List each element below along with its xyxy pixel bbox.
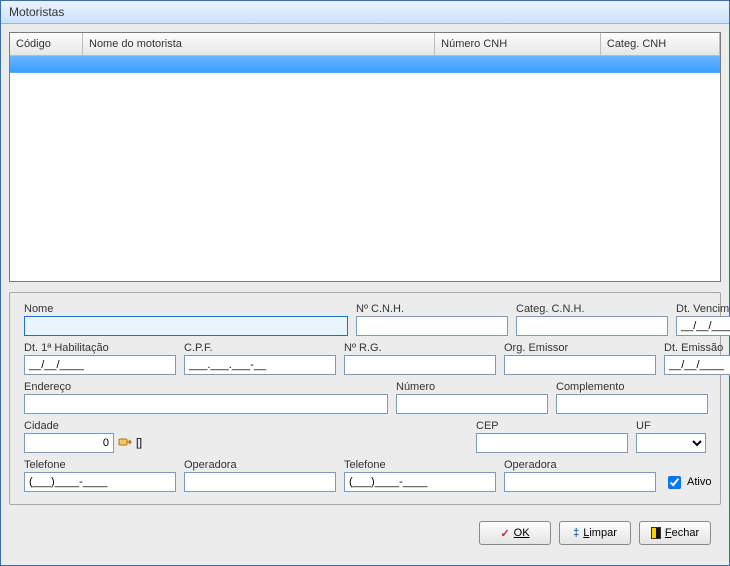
complemento-input[interactable]	[556, 394, 708, 414]
label-nome: Nome	[24, 303, 348, 315]
grid-empty-area	[10, 73, 720, 281]
ativo-field[interactable]: Ativo	[664, 472, 711, 492]
label-org-emissor: Org. Emissor	[504, 342, 656, 354]
window-motoristas: Motoristas Código Nome do motorista Núme…	[0, 0, 730, 566]
label-categ-cnh: Categ. C.N.H.	[516, 303, 668, 315]
label-dt-emissao: Dt. Emissão	[664, 342, 730, 354]
dt-venc-input[interactable]	[676, 316, 730, 336]
cpf-input[interactable]	[184, 355, 336, 375]
grid-header-row: Código Nome do motorista Número CNH Cate…	[10, 33, 720, 55]
ok-label: OK	[514, 527, 530, 539]
lookup-icon[interactable]	[118, 436, 132, 450]
col-nome[interactable]: Nome do motorista	[83, 33, 435, 55]
label-dt-hab: Dt. 1ª Habilitação	[24, 342, 176, 354]
driver-form: Nome Nº C.N.H. Categ. C.N.H. Dt. Vencime…	[9, 292, 721, 505]
ok-button[interactable]: ✓ OK	[479, 521, 551, 545]
cidade-code-input[interactable]: 0	[24, 433, 114, 453]
content-area: Código Nome do motorista Número CNH Cate…	[1, 24, 729, 565]
table-row[interactable]	[10, 55, 720, 73]
uf-select[interactable]	[636, 433, 706, 453]
rg-input[interactable]	[344, 355, 496, 375]
fechar-button[interactable]: Fechar	[639, 521, 711, 545]
clear-icon: ‡	[573, 527, 579, 539]
label-op1: Operadora	[184, 459, 336, 471]
label-numero: Número	[396, 381, 548, 393]
fechar-rest: echar	[672, 527, 700, 539]
limpar-rest: impar	[589, 527, 617, 539]
num-cnh-input[interactable]	[356, 316, 508, 336]
label-tel1: Telefone	[24, 459, 176, 471]
categ-cnh-input[interactable]	[516, 316, 668, 336]
label-endereco: Endereço	[24, 381, 388, 393]
label-complemento: Complemento	[556, 381, 708, 393]
label-cidade: Cidade	[24, 420, 164, 432]
label-cpf: C.P.F.	[184, 342, 336, 354]
close-icon	[651, 527, 661, 539]
dt-hab-input[interactable]	[24, 355, 176, 375]
label-op2: Operadora	[504, 459, 656, 471]
button-row: ✓ OK ‡ Limpar Fechar	[9, 515, 721, 545]
dt-emissao-input[interactable]	[664, 355, 730, 375]
label-cep: CEP	[476, 420, 628, 432]
numero-input[interactable]	[396, 394, 548, 414]
col-num-cnh[interactable]: Número CNH	[435, 33, 601, 55]
op2-input[interactable]	[504, 472, 656, 492]
limpar-button[interactable]: ‡ Limpar	[559, 521, 631, 545]
col-codigo[interactable]: Código	[10, 33, 83, 55]
nome-input[interactable]	[24, 316, 348, 336]
col-categ-cnh[interactable]: Categ. CNH	[600, 33, 719, 55]
ativo-checkbox[interactable]	[668, 476, 681, 489]
op1-input[interactable]	[184, 472, 336, 492]
org-emissor-input[interactable]	[504, 355, 656, 375]
drivers-grid[interactable]: Código Nome do motorista Número CNH Cate…	[9, 32, 721, 282]
label-num-cnh: Nº C.N.H.	[356, 303, 508, 315]
check-icon: ✓	[500, 527, 509, 540]
cep-input[interactable]	[476, 433, 628, 453]
label-ativo: Ativo	[687, 476, 711, 488]
label-rg: Nº R.G.	[344, 342, 496, 354]
label-dt-venc: Dt. Vencimento	[676, 303, 730, 315]
label-tel2: Telefone	[344, 459, 496, 471]
tel2-input[interactable]	[344, 472, 496, 492]
label-uf: UF	[636, 420, 706, 432]
tel1-input[interactable]	[24, 472, 176, 492]
window-title: Motoristas	[1, 1, 729, 24]
cidade-display: []	[136, 437, 142, 449]
endereco-input[interactable]	[24, 394, 388, 414]
